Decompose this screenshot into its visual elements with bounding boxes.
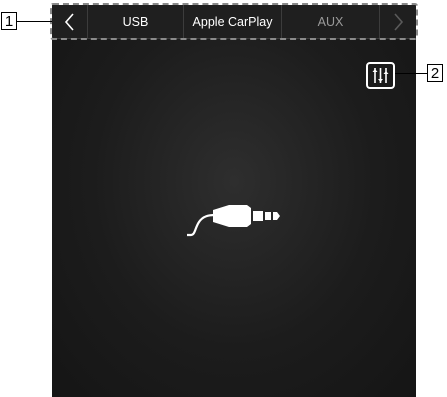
callout-2: 2 (427, 64, 443, 82)
source-tab-bar: USB Apple CarPlay AUX (52, 5, 416, 39)
tab-usb[interactable]: USB (88, 5, 184, 38)
tab-aux-label: AUX (317, 14, 344, 29)
audio-screen: USB Apple CarPlay AUX (52, 5, 416, 397)
aux-jack-icon (187, 205, 280, 237)
callout-1-leader (17, 21, 52, 22)
callout-2-leader (395, 73, 427, 74)
tab-usb-label: USB (122, 14, 149, 29)
chevron-left-icon (64, 12, 74, 31)
tab-apple-carplay-label: Apple CarPlay (192, 14, 273, 29)
next-button[interactable] (380, 5, 416, 38)
tab-apple-carplay[interactable]: Apple CarPlay (184, 5, 282, 38)
chevron-right-icon (394, 12, 404, 31)
back-button[interactable] (52, 5, 88, 38)
equalizer-button[interactable] (366, 62, 395, 89)
tab-aux[interactable]: AUX (282, 5, 380, 38)
callout-1: 1 (1, 12, 17, 30)
manual-figure: USB Apple CarPlay AUX 1 2 (0, 0, 447, 397)
equalizer-icon (372, 68, 389, 83)
